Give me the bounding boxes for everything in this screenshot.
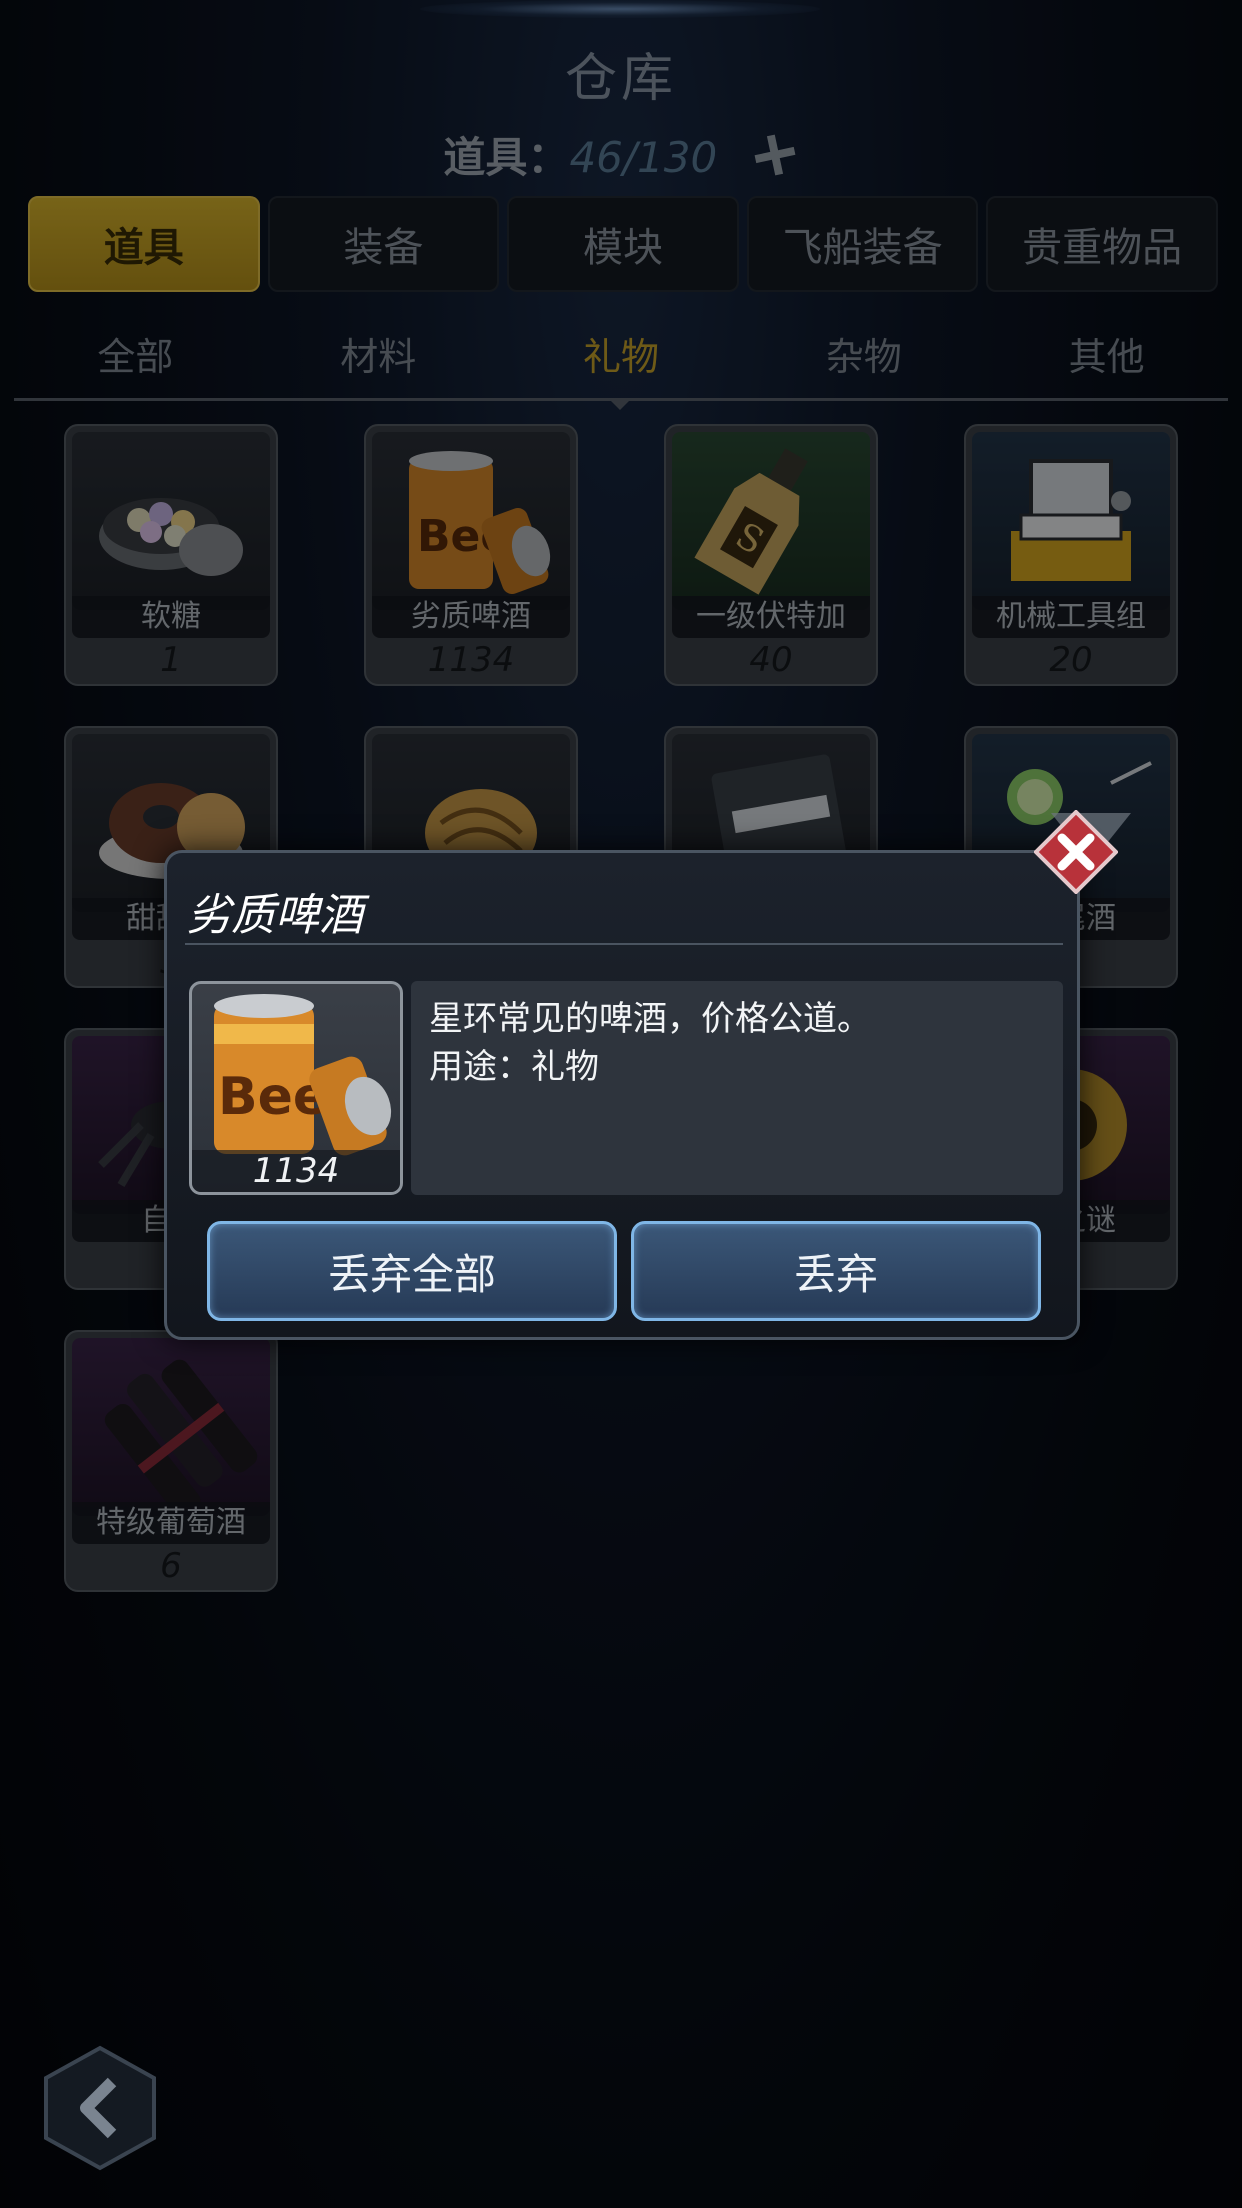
dialog-title: 劣质啤酒 — [187, 890, 363, 941]
discard-button[interactable]: 丢弃 — [631, 1221, 1041, 1321]
close-icon — [1033, 809, 1119, 895]
dialog-divider — [185, 943, 1063, 945]
back-chevron-icon — [44, 2045, 156, 2171]
dialog-item-count: 1134 — [192, 1150, 400, 1192]
discard-all-button[interactable]: 丢弃全部 — [207, 1221, 617, 1321]
dialog-description: 星环常见的啤酒，价格公道。 用途：礼物 — [411, 981, 1063, 1195]
back-button[interactable] — [42, 2044, 158, 2172]
dialog-item-icon: Bee 1134 — [189, 981, 403, 1195]
close-dialog-button[interactable] — [1033, 809, 1119, 895]
beer-can-icon: Bee — [214, 994, 392, 1156]
description-text: 星环常见的啤酒，价格公道。 — [429, 999, 871, 1039]
usage-text: 用途：礼物 — [429, 1047, 599, 1087]
item-detail-dialog: 劣质啤酒 Bee 1134 星环常见的啤酒，价格公道。 用途：礼物 丢弃全部 丢… — [164, 850, 1080, 1340]
